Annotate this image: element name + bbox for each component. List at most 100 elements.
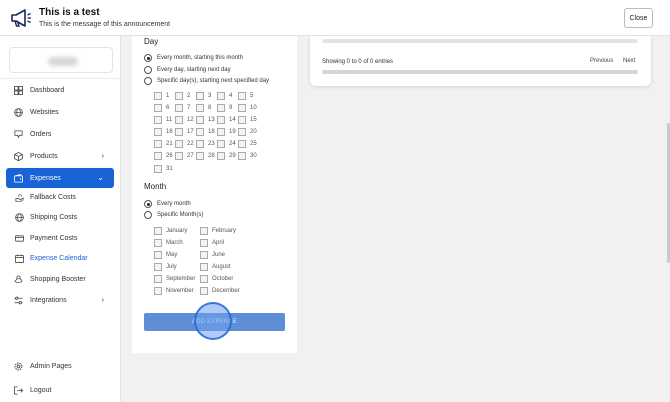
sidebar-item-orders[interactable]: Orders — [6, 124, 114, 144]
sidebar-subitem-payment-costs[interactable]: Payment Costs — [15, 230, 113, 247]
radio-every-month[interactable]: Every month, starting this month — [144, 53, 243, 63]
table-top-scrollbar[interactable] — [322, 39, 638, 43]
radio-button[interactable] — [144, 66, 152, 74]
month-checkbox[interactable]: December — [200, 286, 240, 295]
month-checkbox[interactable]: February — [200, 226, 236, 235]
checkbox[interactable] — [154, 274, 162, 283]
sidebar-item-admin-pages[interactable]: Admin Pages — [6, 356, 114, 376]
sidebar-subitem-expense-calendar[interactable]: Expense Calendar — [15, 250, 113, 267]
month-checkbox[interactable]: March — [154, 238, 183, 247]
checkbox[interactable] — [200, 274, 208, 283]
day-checkbox[interactable]: 7 — [175, 103, 190, 112]
radio-button[interactable] — [144, 211, 152, 219]
day-checkbox[interactable]: 8 — [196, 103, 211, 112]
checkbox[interactable] — [200, 262, 208, 271]
day-checkbox[interactable]: 22 — [175, 139, 194, 148]
sidebar-subitem-shipping-costs[interactable]: Shipping Costs — [15, 209, 113, 226]
month-checkbox[interactable]: May — [154, 250, 177, 259]
sidebar-item-integrations[interactable]: Integrations › — [6, 290, 114, 310]
radio-specific-days[interactable]: Specific day(s), starting next specified… — [144, 76, 269, 86]
month-checkbox[interactable]: January — [154, 226, 187, 235]
day-checkbox[interactable]: 24 — [217, 139, 236, 148]
checkbox[interactable] — [175, 103, 183, 112]
previous-button[interactable]: Previous — [590, 58, 613, 64]
checkbox[interactable] — [217, 103, 225, 112]
day-checkbox[interactable]: 15 — [238, 115, 257, 124]
day-checkbox[interactable]: 2 — [175, 91, 190, 100]
store-selector[interactable] — [9, 47, 113, 73]
checkbox[interactable] — [154, 238, 162, 247]
day-checkbox[interactable]: 9 — [217, 103, 232, 112]
day-checkbox[interactable]: 17 — [175, 127, 194, 136]
radio-every-month-option[interactable]: Every month — [144, 199, 191, 209]
add-expense-button[interactable]: ADD EXPENSE — [144, 313, 285, 331]
day-checkbox[interactable]: 26 — [154, 151, 173, 160]
checkbox[interactable] — [217, 151, 225, 160]
checkbox[interactable] — [238, 151, 246, 160]
day-checkbox[interactable]: 28 — [196, 151, 215, 160]
radio-every-day[interactable]: Every day, starting next day — [144, 65, 231, 75]
checkbox[interactable] — [217, 115, 225, 124]
checkbox[interactable] — [154, 226, 162, 235]
checkbox[interactable] — [200, 286, 208, 295]
month-checkbox[interactable]: September — [154, 274, 195, 283]
day-checkbox[interactable]: 19 — [217, 127, 236, 136]
day-checkbox[interactable]: 29 — [217, 151, 236, 160]
sidebar-subitem-fallback-costs[interactable]: Fallback Costs — [15, 189, 113, 206]
checkbox[interactable] — [154, 91, 162, 100]
day-checkbox[interactable]: 23 — [196, 139, 215, 148]
sidebar-item-products[interactable]: Products › — [6, 146, 114, 166]
month-checkbox[interactable]: July — [154, 262, 177, 271]
checkbox[interactable] — [200, 250, 208, 259]
checkbox[interactable] — [154, 103, 162, 112]
checkbox[interactable] — [217, 91, 225, 100]
checkbox[interactable] — [154, 286, 162, 295]
sidebar-item-websites[interactable]: Websites — [6, 102, 114, 122]
checkbox[interactable] — [238, 91, 246, 100]
day-checkbox[interactable]: 13 — [196, 115, 215, 124]
day-checkbox[interactable]: 18 — [196, 127, 215, 136]
table-scrollbar[interactable] — [322, 70, 638, 74]
radio-button[interactable] — [144, 54, 152, 62]
checkbox[interactable] — [238, 115, 246, 124]
day-checkbox[interactable]: 31 — [154, 164, 173, 173]
checkbox[interactable] — [238, 103, 246, 112]
day-checkbox[interactable]: 5 — [238, 91, 253, 100]
checkbox[interactable] — [196, 127, 204, 136]
month-checkbox[interactable]: October — [200, 274, 233, 283]
day-checkbox[interactable]: 25 — [238, 139, 257, 148]
day-checkbox[interactable]: 1 — [154, 91, 169, 100]
checkbox[interactable] — [196, 139, 204, 148]
day-checkbox[interactable]: 10 — [238, 103, 257, 112]
checkbox[interactable] — [196, 115, 204, 124]
day-checkbox[interactable]: 3 — [196, 91, 211, 100]
day-checkbox[interactable]: 21 — [154, 139, 173, 148]
checkbox[interactable] — [154, 127, 162, 136]
day-checkbox[interactable]: 12 — [175, 115, 194, 124]
checkbox[interactable] — [154, 164, 162, 173]
checkbox[interactable] — [217, 139, 225, 148]
checkbox[interactable] — [200, 238, 208, 247]
checkbox[interactable] — [154, 115, 162, 124]
checkbox[interactable] — [175, 115, 183, 124]
day-checkbox[interactable]: 27 — [175, 151, 194, 160]
checkbox[interactable] — [238, 139, 246, 148]
month-checkbox[interactable]: April — [200, 238, 224, 247]
checkbox[interactable] — [196, 91, 204, 100]
checkbox[interactable] — [196, 151, 204, 160]
checkbox[interactable] — [175, 127, 183, 136]
checkbox[interactable] — [175, 91, 183, 100]
checkbox[interactable] — [154, 262, 162, 271]
close-button[interactable]: Close — [624, 8, 653, 28]
day-checkbox[interactable]: 20 — [238, 127, 257, 136]
radio-button[interactable] — [144, 200, 152, 208]
checkbox[interactable] — [175, 139, 183, 148]
sidebar-item-dashboard[interactable]: Dashboard — [6, 80, 114, 100]
month-checkbox[interactable]: August — [200, 262, 231, 271]
day-checkbox[interactable]: 16 — [154, 127, 173, 136]
sidebar-item-logout[interactable]: Logout — [6, 380, 114, 400]
checkbox[interactable] — [154, 250, 162, 259]
radio-specific-months[interactable]: Specific Month(s) — [144, 210, 203, 220]
next-button[interactable]: Next — [623, 58, 635, 64]
radio-button[interactable] — [144, 77, 152, 85]
